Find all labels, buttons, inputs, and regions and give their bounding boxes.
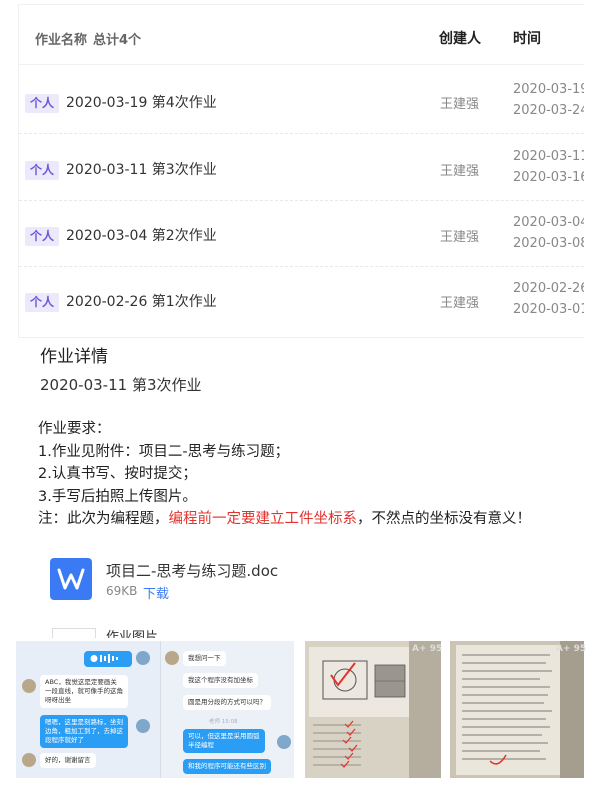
submitted-images: ABC，我觉这是定要画关 一段直线，就可像手的这角 呀呀出坐 嗯嗯，这里是刻路标… xyxy=(0,641,600,791)
chat-message: 我想问一下 xyxy=(183,651,226,666)
start-time: 2020-03-11 1 xyxy=(513,149,584,164)
table-row[interactable]: 个人 2020-03-11 第3次作业 王建强 2020-03-11 1 202… xyxy=(19,135,584,201)
images-label: 作业图片 xyxy=(106,630,159,638)
voice-message xyxy=(84,651,132,667)
personal-tag: 个人 xyxy=(25,94,59,113)
assignment-title[interactable]: 2020-02-26 第1次作业 xyxy=(66,291,217,311)
chat-message: 我这个程序没有加坐标 xyxy=(183,673,258,688)
assignment-title[interactable]: 2020-03-04 第2次作业 xyxy=(66,225,217,245)
assignment-list: 作业名称 总计4个 创建人 时间 个人 2020-03-19 第4次作业 王建强… xyxy=(18,4,584,338)
grade-mark: A+ 95 xyxy=(556,644,587,654)
chat-message: 和我的程序可能还有些区别 xyxy=(183,759,271,774)
column-header-time[interactable]: 时间 xyxy=(513,28,541,48)
requirement-item: 2.认真书写、按时提交； xyxy=(38,466,197,482)
creator-name: 王建强 xyxy=(440,164,480,179)
creator-name: 王建强 xyxy=(440,296,480,311)
image-thumbnail[interactable] xyxy=(450,641,584,778)
personal-tag: 个人 xyxy=(25,293,59,312)
end-time: 2020-03-01 1 xyxy=(513,302,584,317)
assignment-title[interactable]: 2020-03-11 第3次作业 xyxy=(66,159,217,179)
note-highlight: 编程前一定要建立工件坐标系 xyxy=(168,511,358,527)
image-thumbnail[interactable] xyxy=(305,641,441,778)
personal-tag: 个人 xyxy=(25,161,59,180)
chat-message: 可以，但这里是采用圆弧 半径编程 xyxy=(183,729,265,753)
avatar xyxy=(165,651,179,665)
voice-icon xyxy=(90,654,118,663)
avatar xyxy=(22,753,36,767)
homework-photo xyxy=(305,641,441,778)
table-row[interactable]: 个人 2020-03-19 第4次作业 王建强 2020-03-19 1 202… xyxy=(19,68,584,134)
attachment[interactable]: 项目二-思考与练习题.doc 69KB 下载 xyxy=(50,558,370,604)
requirement-item: 3.手写后拍照上传图片。 xyxy=(38,488,197,505)
avatar xyxy=(277,735,291,749)
avatar xyxy=(136,651,150,665)
download-link[interactable]: 下载 xyxy=(143,583,169,602)
start-time: 2020-02-26 1 xyxy=(513,281,584,296)
end-time: 2020-03-24 2 xyxy=(513,103,584,118)
attachment-size: 69KB xyxy=(106,584,138,598)
start-time: 2020-03-04 1 xyxy=(513,215,584,230)
image-thumbnail[interactable]: 我想问一下 我这个程序没有加坐标 圆是用分段的方式可以吗？ 老师 15:08 可… xyxy=(160,641,294,778)
avatar xyxy=(22,679,36,693)
end-time: 2020-03-16 2 xyxy=(513,170,584,185)
chat-message: 嗯嗯，这里是刻路标，坐刻 边角，粗加工到了，去掉这 段程序就好了 xyxy=(40,715,128,748)
assignment-detail: 作业详情 2020-03-11 第3次作业 作业要求： 1.作业见附件：项目二-… xyxy=(18,338,588,638)
grade-mark: A+ 95 xyxy=(412,644,443,654)
chat-message: ABC，我觉这是定要画关 一段直线，就可像手的这角 呀呀出坐 xyxy=(40,675,128,708)
assignment-count: 总计4个 xyxy=(93,33,142,48)
avatar xyxy=(136,719,150,733)
list-header: 作业名称 总计4个 创建人 时间 xyxy=(19,5,584,65)
end-time: 2020-03-08 1 xyxy=(513,236,584,251)
requirements: 作业要求： 1.作业见附件：项目二-思考与练习题； 2.认真书写、按时提交； 3… xyxy=(38,418,598,531)
start-time: 2020-03-19 1 xyxy=(513,82,584,97)
requirements-title: 作业要求： xyxy=(38,421,111,437)
personal-tag: 个人 xyxy=(25,227,59,246)
column-header-creator[interactable]: 创建人 xyxy=(439,28,481,48)
creator-name: 王建强 xyxy=(440,230,480,245)
requirement-note: 注：此次为编程题，编程前一定要建立工件坐标系，不然点的坐标没有意义！ xyxy=(38,508,598,531)
chat-message: 圆是用分段的方式可以吗？ xyxy=(183,695,271,710)
detail-heading: 作业详情 xyxy=(40,347,108,367)
note-prefix: 注：此次为编程题， xyxy=(38,511,169,527)
table-row[interactable]: 个人 2020-02-26 第1次作业 王建强 2020-02-26 1 202… xyxy=(19,267,584,333)
requirement-item: 1.作业见附件：项目二-思考与练习题； xyxy=(38,443,290,460)
assignment-title[interactable]: 2020-03-19 第4次作业 xyxy=(66,92,217,112)
system-message: 老师 15:08 xyxy=(209,719,238,725)
homework-photo xyxy=(450,641,584,778)
detail-subtitle: 2020-03-11 第3次作业 xyxy=(40,376,202,394)
creator-name: 王建强 xyxy=(440,97,480,112)
column-header-name[interactable]: 作业名称 xyxy=(35,29,87,48)
table-row[interactable]: 个人 2020-03-04 第2次作业 王建强 2020-03-04 1 202… xyxy=(19,201,584,267)
image-icon xyxy=(52,628,96,638)
attachment-name[interactable]: 项目二-思考与练习题.doc xyxy=(106,560,278,581)
note-suffix: ，不然点的坐标没有意义！ xyxy=(357,511,531,527)
chat-message: 好的，谢谢留言 xyxy=(40,753,96,768)
word-doc-icon xyxy=(50,558,92,600)
